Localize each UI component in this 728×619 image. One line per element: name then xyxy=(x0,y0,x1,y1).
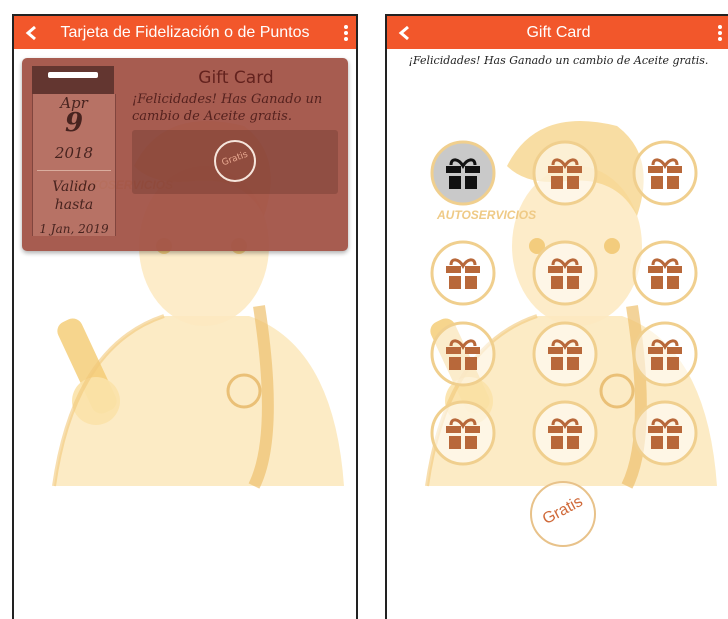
stamp-slot[interactable] xyxy=(531,320,599,388)
stamp-slot[interactable] xyxy=(631,139,699,207)
stamp-slot[interactable] xyxy=(631,239,699,307)
app-bar: Tarjeta de Fidelización o de Puntos xyxy=(14,16,356,49)
scratch-area[interactable]: Gratis xyxy=(132,130,338,194)
gift-card[interactable]: Apr 9 2018 Valido hasta 1 Jan, 2019 Gift… xyxy=(22,58,348,251)
stamp-slot[interactable] xyxy=(631,399,699,467)
valid-until-date: 1 Jan, 2019 xyxy=(39,222,109,236)
gift-icon xyxy=(430,321,496,387)
left-screen: AUTOSERVICIOS Tarjeta de Fidelización o … xyxy=(12,14,358,619)
valid-until-label: Valido hasta xyxy=(52,179,96,213)
stamp-slot[interactable] xyxy=(429,399,497,467)
stamp-slot[interactable] xyxy=(429,320,497,388)
gift-icon xyxy=(632,140,698,206)
stamp-slot[interactable] xyxy=(429,239,497,307)
stamp-slot[interactable] xyxy=(429,139,497,207)
gift-icon xyxy=(532,140,598,206)
gift-icon xyxy=(532,240,598,306)
reward-button[interactable]: Gratis xyxy=(530,481,596,547)
page-title: Tarjeta de Fidelización o de Puntos xyxy=(60,24,310,41)
gift-icon xyxy=(632,321,698,387)
gift-icon xyxy=(532,400,598,466)
more-vertical-icon[interactable] xyxy=(342,24,350,42)
gift-icon xyxy=(632,240,698,306)
gift-icon xyxy=(532,321,598,387)
stamp-slot[interactable] xyxy=(531,239,599,307)
gift-icon xyxy=(430,140,496,206)
right-screen: AUTOSERVICIOS Gift Card ¡Felicidades! Ha… xyxy=(385,14,728,619)
issue-year: 2018 xyxy=(54,144,94,162)
page-title: Gift Card xyxy=(526,24,591,41)
issue-day: 9 xyxy=(64,108,84,138)
card-title: Gift Card xyxy=(198,68,274,88)
card-message: ¡Felicidades! Has Ganado un cambio de Ac… xyxy=(132,92,323,124)
gift-icon xyxy=(430,400,496,466)
app-bar: Gift Card xyxy=(387,16,728,49)
stamp-slot[interactable] xyxy=(531,139,599,207)
gift-icon xyxy=(430,240,496,306)
more-vertical-icon[interactable] xyxy=(716,24,724,42)
brand-watermark: AUTOSERVICIOS xyxy=(437,208,537,222)
stamp-slot[interactable] xyxy=(531,399,599,467)
date-calendar: Apr 9 2018 Valido hasta 1 Jan, 2019 xyxy=(32,66,116,236)
gift-icon xyxy=(632,400,698,466)
reward-label: Gratis xyxy=(539,493,586,529)
stamp-slot[interactable] xyxy=(631,320,699,388)
reward-message: ¡Felicidades! Has Ganado un cambio de Ac… xyxy=(408,54,709,67)
